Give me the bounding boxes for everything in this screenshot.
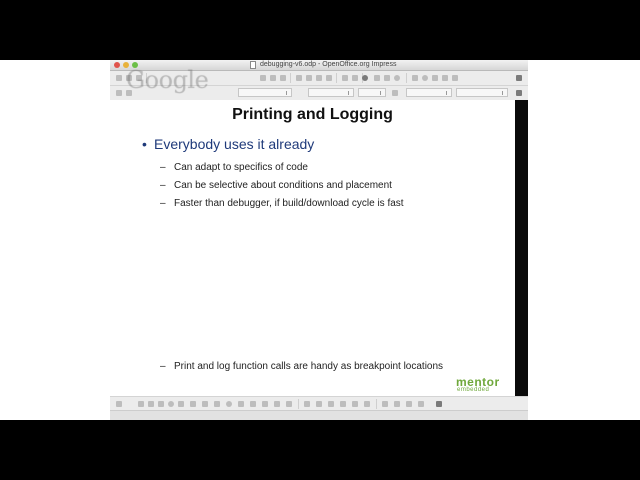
toolbar-separator — [376, 399, 377, 409]
bullet-text: Everybody uses it already — [154, 136, 315, 152]
sub-item[interactable]: – Print and log function calls are handy … — [160, 361, 443, 372]
bullet-marker: • — [142, 136, 147, 152]
format-paintbrush-icon[interactable] — [326, 75, 332, 81]
ellipse-tool-icon[interactable] — [168, 401, 174, 407]
rectangle-tool-icon[interactable] — [158, 401, 164, 407]
fontwork-icon[interactable] — [328, 401, 334, 407]
toolbar-separator — [336, 73, 337, 83]
toolbar-separator — [406, 73, 407, 83]
copy-icon[interactable] — [306, 75, 312, 81]
gallery-icon[interactable] — [422, 75, 428, 81]
points-icon[interactable] — [304, 401, 310, 407]
flowchart-icon[interactable] — [262, 401, 268, 407]
from-file-icon[interactable] — [340, 401, 346, 407]
export-pdf-icon[interactable] — [260, 75, 266, 81]
glue-points-icon[interactable] — [316, 401, 322, 407]
sub-item-text: Can be selective about conditions and pl… — [174, 180, 392, 191]
arrow-tool-icon[interactable] — [148, 401, 154, 407]
area-icon[interactable] — [392, 90, 398, 96]
sub-item[interactable]: – Can be selective about conditions and p… — [160, 180, 392, 191]
toolbar-overflow-icon[interactable] — [436, 401, 442, 407]
line-style-dropdown[interactable] — [238, 88, 292, 97]
lines-arrows-icon[interactable] — [214, 401, 220, 407]
impress-window: debugging-v6.odp - OpenOffice.org Impres… — [110, 60, 528, 420]
letterbox-top — [0, 0, 640, 60]
sub-item-text: Print and log function calls are handy a… — [174, 361, 444, 372]
line-width-dropdown[interactable] — [308, 88, 354, 97]
sub-item-text: Faster than debugger, if build/download … — [174, 198, 404, 209]
sub-item-marker: – — [160, 162, 166, 173]
line-color-dropdown[interactable] — [358, 88, 386, 97]
line-tool-icon[interactable] — [138, 401, 144, 407]
toolbar-overflow-icon[interactable] — [516, 75, 522, 81]
undo-icon[interactable] — [342, 75, 348, 81]
bullet-item[interactable]: • Everybody uses it already — [142, 136, 314, 152]
symbol-shapes-icon[interactable] — [238, 401, 244, 407]
shadow-icon[interactable] — [406, 401, 412, 407]
align-icon[interactable] — [382, 401, 388, 407]
zoom-icon[interactable] — [432, 75, 438, 81]
letterbox-bottom — [0, 420, 640, 480]
callouts-icon[interactable] — [274, 401, 280, 407]
arrange-icon[interactable] — [394, 401, 400, 407]
text-tool-icon[interactable] — [178, 401, 184, 407]
google-watermark: Google — [126, 66, 209, 94]
sub-item-marker: – — [160, 361, 166, 372]
basic-shapes-icon[interactable] — [226, 401, 232, 407]
slide-title[interactable]: Printing and Logging — [110, 106, 515, 124]
stars-icon[interactable] — [286, 401, 292, 407]
drawing-toolbar — [110, 396, 528, 411]
curve-tool-icon[interactable] — [190, 401, 196, 407]
block-arrows-icon[interactable] — [250, 401, 256, 407]
extrusion-icon[interactable] — [364, 401, 370, 407]
cut-icon[interactable] — [296, 75, 302, 81]
help-icon[interactable] — [452, 75, 458, 81]
sub-item[interactable]: – Can adapt to specifics of code — [160, 162, 308, 173]
workspace-edge — [515, 100, 528, 396]
toolbar-overflow-icon[interactable] — [516, 90, 522, 96]
new-document-icon[interactable] — [116, 75, 122, 81]
redo-icon[interactable] — [352, 75, 358, 81]
slide-show-icon[interactable] — [442, 75, 448, 81]
no-entry-icon[interactable] — [362, 75, 368, 81]
slide-canvas[interactable]: Printing and Logging • Everybody uses it … — [110, 100, 515, 396]
window-title: debugging-v6.odp - OpenOffice.org Impres… — [260, 61, 397, 68]
sub-item-marker: – — [160, 198, 166, 209]
area-fill-dropdown[interactable] — [456, 88, 508, 97]
connector-tool-icon[interactable] — [202, 401, 208, 407]
toolbar-separator — [290, 73, 291, 83]
toolbar-separator — [298, 399, 299, 409]
chart-icon[interactable] — [374, 75, 380, 81]
table-icon[interactable] — [384, 75, 390, 81]
print-icon[interactable] — [270, 75, 276, 81]
select-arrow-icon[interactable] — [116, 401, 122, 407]
status-bar — [110, 410, 528, 420]
show-draw-functions-icon[interactable] — [412, 75, 418, 81]
crop-icon[interactable] — [418, 401, 424, 407]
spellcheck-icon[interactable] — [280, 75, 286, 81]
mentor-logo-subtitle: embedded — [457, 387, 490, 393]
gallery-insert-icon[interactable] — [352, 401, 358, 407]
paste-icon[interactable] — [316, 75, 322, 81]
sub-item-text: Can adapt to specifics of code — [174, 162, 308, 173]
navigator-icon[interactable] — [394, 75, 400, 81]
area-style-dropdown[interactable] — [406, 88, 452, 97]
sub-item[interactable]: – Faster than debugger, if build/download… — [160, 198, 404, 209]
document-icon — [250, 61, 256, 69]
slide-workspace: Printing and Logging • Everybody uses it … — [110, 100, 528, 396]
sub-item-marker: – — [160, 180, 166, 191]
line-style-icon[interactable] — [116, 90, 122, 96]
close-window-button[interactable] — [114, 62, 120, 68]
